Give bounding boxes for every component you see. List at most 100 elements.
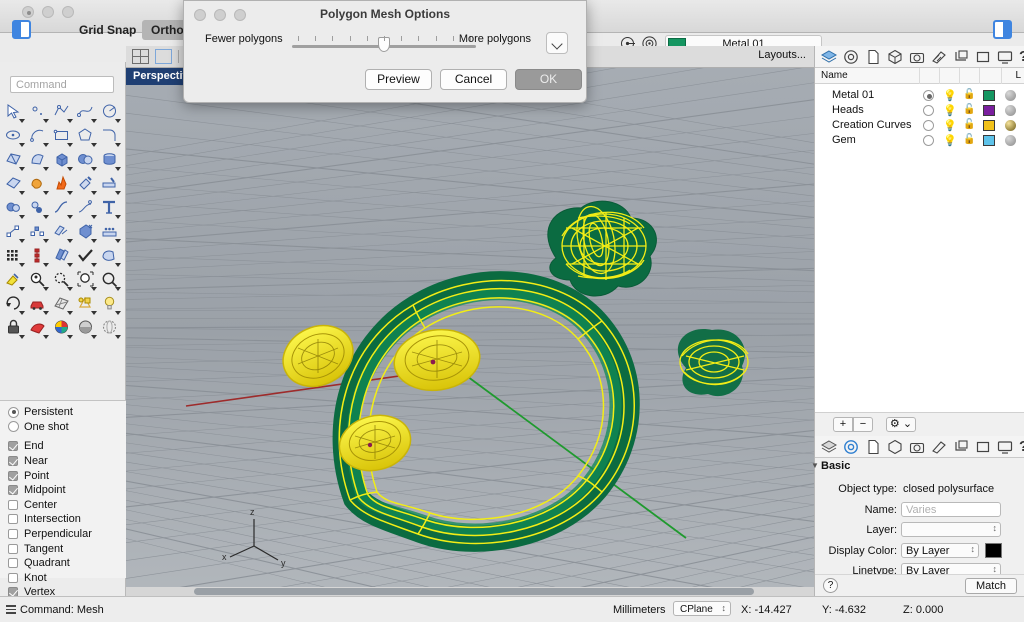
properties-section-basic[interactable]: ▼ Basic [821,460,850,472]
section-collapse-triangle-icon[interactable]: ▼ [811,461,819,470]
status-menu-icon[interactable] [6,605,16,614]
osnap-end[interactable]: End [8,439,126,454]
tool-array-icon[interactable] [74,220,98,244]
layer-color-swatch[interactable] [983,120,995,131]
layer-material-sphere-icon[interactable] [1005,90,1016,101]
layer-color-swatch[interactable] [983,135,995,146]
tool-solid-union-icon[interactable] [2,196,26,220]
properties-tab-icon-2[interactable] [843,439,859,455]
layer-settings-gear-button[interactable]: ⚙ ⌄ [886,417,916,432]
layer-lock-icon[interactable]: 🔓 [963,89,975,100]
tool-text-tool-icon[interactable] [98,196,122,220]
osnap-midpoint[interactable]: Midpoint [8,483,126,498]
material-tab-icon[interactable] [931,49,947,65]
tool-mesh-tools-icon[interactable] [50,292,74,316]
layer-lock-icon[interactable]: 🔓 [963,134,975,145]
layer-visibility-bulb-icon[interactable]: 💡 [943,89,957,102]
camera-tab-icon-2[interactable] [909,439,925,455]
help-tab-icon[interactable]: ? [1019,49,1024,65]
osnap-point[interactable]: Point [8,468,126,483]
tool-trim-edge-icon[interactable] [98,172,122,196]
property-color-swatch[interactable] [985,543,1002,558]
tool-analyze-tools-icon[interactable] [74,292,98,316]
layer-visibility-bulb-icon[interactable]: 💡 [943,104,957,117]
checkbox-icon[interactable] [8,544,18,554]
osnap-intersection[interactable]: Intersection [8,512,126,527]
layers-list[interactable]: Metal 01💡🔓Heads💡🔓Creation Curves💡🔓Gem💡🔓 [815,84,1024,412]
help-tab-icon-2[interactable]: ? [1019,439,1024,455]
material-tab-icon-2[interactable] [931,439,947,455]
layer-visibility-bulb-icon[interactable]: 💡 [943,134,957,147]
tool-solid-difference-icon[interactable] [26,196,50,220]
osnap-near[interactable]: Near [8,454,126,469]
match-properties-button[interactable]: Match [965,578,1017,594]
checkbox-icon[interactable] [8,500,18,510]
checkbox-icon[interactable] [8,573,18,583]
tool-zoom-extents-icon[interactable] [74,268,98,292]
tool-lock-object-icon[interactable] [2,316,26,340]
expand-details-chevron-icon[interactable] [546,32,568,54]
tool-copy-objects-icon[interactable] [50,244,74,268]
checkbox-icon[interactable] [8,529,18,539]
tool-shade-sphere-icon[interactable] [74,316,98,340]
tool-sphere-icon[interactable] [74,148,98,172]
object-tab-icon[interactable] [887,49,903,65]
tool-rectangle-icon[interactable] [50,124,74,148]
osnap-tangent[interactable]: Tangent [8,541,126,556]
layer-row[interactable]: Gem💡🔓 [815,133,1024,148]
tool-project-curve-icon[interactable] [98,244,122,268]
checkbox-icon[interactable] [8,558,18,568]
view-tab-icon-2[interactable] [975,439,991,455]
single-view-layout-icon[interactable] [155,49,172,64]
status-units[interactable]: Millimeters [613,604,666,616]
tool-arc-icon[interactable] [26,124,50,148]
tool-color-wheel-icon[interactable] [50,316,74,340]
tool-fillet-curve-icon[interactable] [98,124,122,148]
tool-ghost-sphere-icon[interactable] [98,316,122,340]
tool-curve-interp-icon[interactable] [74,100,98,124]
display-tab-icon-2[interactable] [953,439,969,455]
command-input[interactable]: Command [10,76,114,93]
radio-icon[interactable] [8,407,19,418]
right-sidebar-toggle-icon[interactable] [993,20,1012,39]
tool-select-arrow-icon[interactable] [2,100,26,124]
tool-zoom-selected-icon[interactable] [26,268,50,292]
tool-zoom-tool-icon[interactable] [98,268,122,292]
current-layer-radio[interactable] [923,120,934,131]
tool-cylinder-icon[interactable] [98,148,122,172]
tool-grid-array-icon[interactable] [2,244,26,268]
tool-zoom-window-icon[interactable] [50,268,74,292]
layer-material-sphere-icon[interactable] [1005,105,1016,116]
tool-undo-view-icon[interactable] [2,292,26,316]
tool-rotate-copy-icon[interactable] [50,220,74,244]
cancel-button[interactable]: Cancel [440,69,507,90]
monitor-tab-icon[interactable] [997,49,1013,65]
tool-paint-bucket-icon[interactable] [2,268,26,292]
tool-scale-1d-icon[interactable] [26,244,50,268]
tool-explode-blast-icon[interactable] [50,172,74,196]
layer-lock-icon[interactable]: 🔓 [963,119,975,130]
layer-color-swatch[interactable] [983,105,995,116]
remove-layer-button[interactable]: − [853,417,873,432]
viewport-horizontal-scrollbar[interactable] [126,587,814,596]
osnap-knot[interactable]: Knot [8,571,126,586]
tool-blend-curve-icon[interactable] [50,196,74,220]
object-tab-icon-2[interactable] [887,439,903,455]
monitor-tab-icon-2[interactable] [997,439,1013,455]
radio-icon[interactable] [8,421,19,432]
tool-offset-curve-icon[interactable] [74,196,98,220]
polygon-density-slider[interactable] [292,45,476,48]
checkbox-icon[interactable] [8,514,18,524]
page-tab-icon[interactable] [865,49,881,65]
add-layer-button[interactable]: + [833,417,853,432]
tool-ellipse-icon[interactable] [2,124,26,148]
preview-button[interactable]: Preview [365,69,432,90]
tool-point-icon[interactable] [26,100,50,124]
tool-array-polar-icon[interactable] [98,220,122,244]
property-select[interactable]: By Layer [901,543,979,558]
properties-help-button[interactable]: ? [823,578,838,593]
tool-join-edge-icon[interactable] [74,172,98,196]
tool-surface-patch-icon[interactable] [2,172,26,196]
layer-row[interactable]: Metal 01💡🔓 [815,88,1024,103]
osnap-quadrant[interactable]: Quadrant [8,556,126,571]
